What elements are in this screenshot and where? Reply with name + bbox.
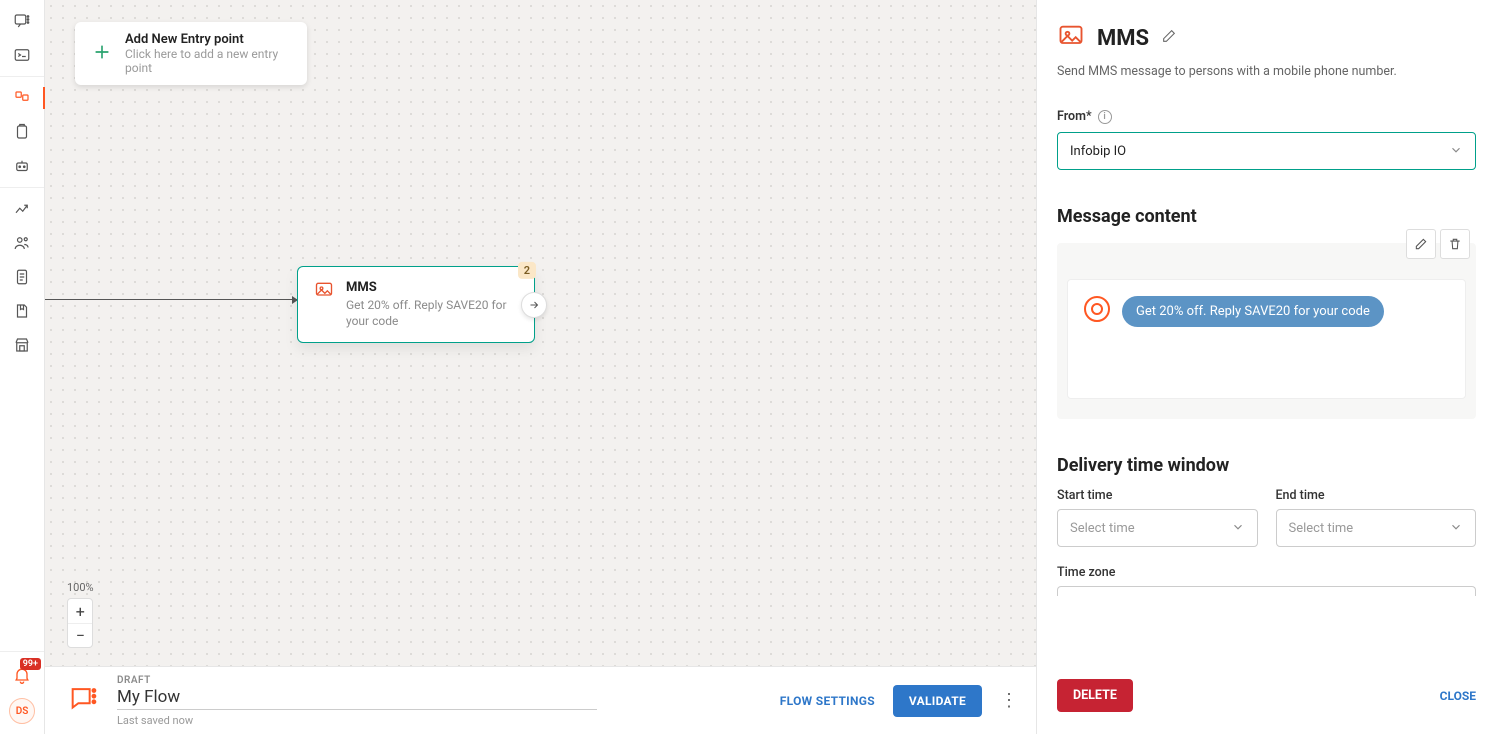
from-label: From* i (1057, 109, 1476, 124)
side-group-3 (0, 188, 44, 366)
panel-header: MMS (1057, 22, 1476, 54)
message-area: Get 20% off. Reply SAVE20 for your code (1057, 243, 1476, 419)
delete-button[interactable]: DELETE (1057, 679, 1133, 712)
add-entry-point-card[interactable]: Add New Entry point Click here to add a … (75, 22, 307, 85)
from-select[interactable]: Infobip IO (1057, 132, 1476, 170)
side-group-2 (0, 77, 44, 188)
panel-description: Send MMS message to persons with a mobil… (1057, 64, 1476, 79)
nav-terminal-icon[interactable] (0, 38, 45, 72)
node-badge: 2 (518, 262, 536, 279)
flow-canvas[interactable]: Add New Entry point Click here to add a … (45, 0, 1036, 666)
edit-message-button[interactable] (1406, 229, 1436, 259)
end-time-select[interactable]: Select time (1276, 509, 1477, 547)
from-value: Infobip IO (1070, 144, 1126, 159)
node-outport[interactable] (521, 292, 547, 318)
zoom-controls: 100% + − (67, 581, 94, 648)
flow-name-input[interactable]: My Flow (117, 687, 597, 710)
entry-subtitle: Click here to add a new entry point (125, 47, 291, 75)
panel-body: MMS Send MMS message to persons with a m… (1037, 0, 1496, 665)
plus-icon (91, 41, 113, 67)
nav-document-icon[interactable] (0, 260, 45, 294)
side-group-1 (0, 0, 44, 77)
panel-title: MMS (1097, 26, 1149, 51)
target-icon (1084, 296, 1110, 322)
flow-connector (45, 299, 297, 300)
notification-badge: 99+ (20, 658, 41, 670)
footer-bar: DRAFT My Flow Last saved now FLOW SETTIN… (45, 666, 1036, 734)
sidebar-bottom: 99+ DS (0, 651, 44, 734)
footer-actions: FLOW SETTINGS VALIDATE ⋮ (780, 685, 1018, 717)
message-actions (1406, 229, 1470, 259)
nav-clipboard-icon[interactable] (0, 115, 45, 149)
node-title: MMS (346, 280, 518, 295)
nav-conversations-icon[interactable] (0, 4, 45, 38)
chevron-down-icon (1449, 519, 1463, 538)
user-avatar[interactable]: DS (9, 698, 35, 724)
panel-footer: DELETE CLOSE (1037, 665, 1496, 734)
mms-icon (314, 280, 334, 300)
nav-bookmark-icon[interactable] (0, 294, 45, 328)
nav-bot-icon[interactable] (0, 149, 45, 183)
panel-mms-icon (1057, 22, 1085, 54)
start-time-label: Start time (1057, 488, 1258, 503)
more-menu-icon[interactable]: ⋮ (1000, 690, 1018, 711)
delivery-window-heading: Delivery time window (1057, 455, 1476, 476)
zoom-in-button[interactable]: + (68, 599, 92, 623)
entry-title: Add New Entry point (125, 32, 291, 47)
zoom-out-button[interactable]: − (68, 623, 92, 647)
nav-people-icon[interactable] (0, 226, 45, 260)
flow-node-mms[interactable]: 2 MMS Get 20% off. Reply SAVE20 for your… (297, 266, 535, 343)
flow-logo-icon (67, 682, 101, 720)
main-column: Add New Entry point Click here to add a … (45, 0, 1036, 734)
flow-saved-label: Last saved now (117, 714, 597, 727)
message-preview-card[interactable]: Get 20% off. Reply SAVE20 for your code (1067, 279, 1466, 399)
zoom-level: 100% (67, 581, 94, 594)
timezone-label: Time zone (1057, 565, 1476, 580)
timezone-select-cut[interactable] (1057, 586, 1476, 596)
nav-flow-icon[interactable] (0, 81, 45, 115)
delete-message-button[interactable] (1440, 229, 1470, 259)
chevron-down-icon (1231, 519, 1245, 538)
close-button[interactable]: CLOSE (1440, 689, 1476, 703)
validate-button[interactable]: VALIDATE (893, 685, 982, 717)
right-panel: MMS Send MMS message to persons with a m… (1036, 0, 1496, 734)
edit-title-icon[interactable] (1161, 28, 1177, 48)
flow-meta: DRAFT My Flow Last saved now (117, 675, 597, 727)
end-time-label: End time (1276, 488, 1477, 503)
node-subtitle: Get 20% off. Reply SAVE20 for your code (346, 297, 518, 329)
nav-analytics-icon[interactable] (0, 192, 45, 226)
info-icon[interactable]: i (1098, 110, 1112, 124)
left-sidebar: 99+ DS (0, 0, 45, 734)
message-content-heading: Message content (1057, 206, 1476, 227)
chevron-down-icon (1449, 142, 1463, 161)
message-bubble: Get 20% off. Reply SAVE20 for your code (1122, 296, 1384, 327)
flow-status: DRAFT (117, 675, 597, 686)
notifications-bell-icon[interactable]: 99+ (9, 662, 35, 688)
nav-store-icon[interactable] (0, 328, 45, 362)
start-time-select[interactable]: Select time (1057, 509, 1258, 547)
time-row: Start time Select time End time Select t… (1057, 488, 1476, 547)
flow-settings-button[interactable]: FLOW SETTINGS (780, 694, 875, 708)
